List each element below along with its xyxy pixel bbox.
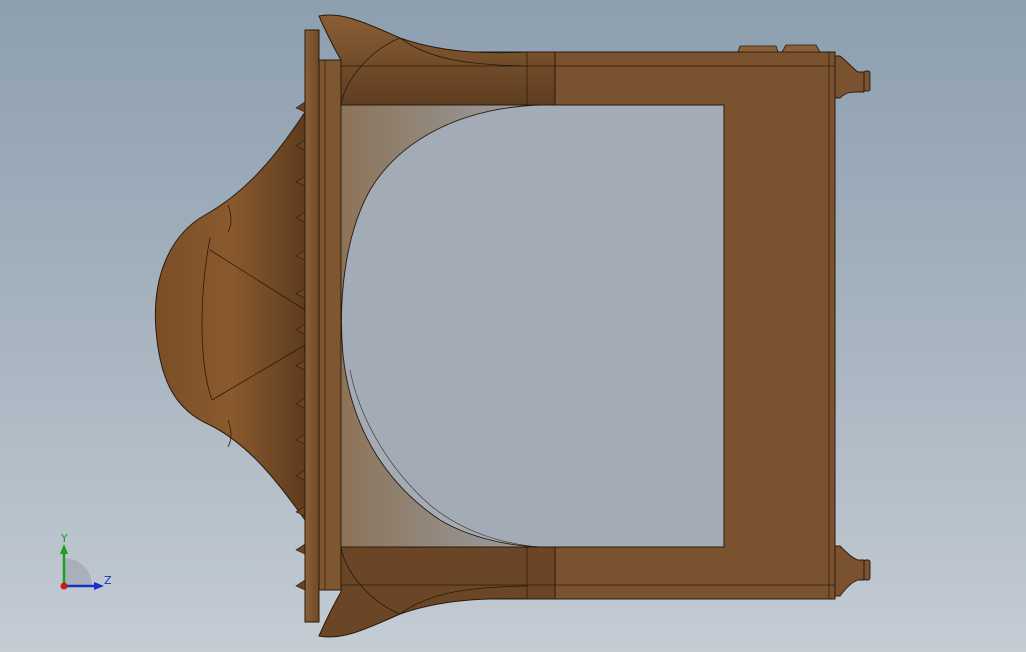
z-axis-arrowhead [94,582,104,590]
orientation-triad: Y Z [60,532,112,590]
pin-top[interactable] [834,55,871,99]
dome-surface[interactable] [154,110,306,522]
top-flare[interactable] [318,14,556,106]
top-tab[interactable] [781,44,821,53]
top-tab[interactable] [737,45,779,53]
flange-plate-outer[interactable] [304,29,320,623]
cad-viewport[interactable]: Y Z [0,0,1026,652]
triad-plane [64,558,92,586]
pin-bottom[interactable] [834,545,871,597]
y-axis-label: Y [60,532,68,545]
triad-origin [60,582,68,590]
window-cutout[interactable] [340,104,725,548]
y-axis-arrowhead [60,544,68,554]
z-axis-label: Z [104,574,112,587]
part-model[interactable] [0,0,1026,652]
flange-plate-inner[interactable] [318,59,342,591]
bottom-flare[interactable] [318,546,556,638]
